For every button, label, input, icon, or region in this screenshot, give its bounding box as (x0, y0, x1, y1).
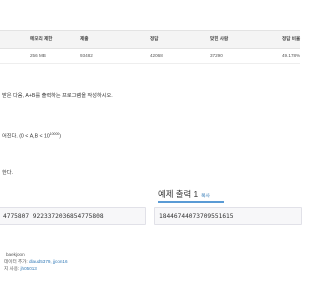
stats-header-row: 메모리 제한 제출 정답 맞힌 사람 정답 비율 (0, 30, 300, 49)
stats-value-row: 256 MB 93482 42068 37290 49.178% (0, 49, 300, 64)
header-accepted: 정답 (150, 36, 159, 41)
footer-data-added-label: 데이터 추가: (4, 259, 29, 264)
value-solved-users: 37290 (210, 53, 223, 58)
footer-source[interactable]: baekjoon (6, 252, 25, 258)
value-accepted: 42068 (150, 53, 163, 58)
input-description-text: 어진다. (0 < A,B < 10 (2, 133, 50, 140)
sample-output-box[interactable]: 18446744073709551615 (154, 207, 302, 225)
footer-usage-user[interactable]: jh05013 (21, 266, 37, 271)
sample-output-underline (158, 201, 224, 203)
footer-data-added-users[interactable]: dlaud5379, jjcon16 (29, 259, 68, 264)
header-accept-ratio: 정답 비율 (282, 36, 301, 41)
input-description: 어진다. (0 < A,B < 1010000) (2, 131, 61, 141)
value-submissions: 93482 (80, 53, 93, 58)
output-description: 한다. (2, 170, 13, 176)
copy-sample-output-link[interactable]: 복사 (201, 194, 210, 199)
sample-output-heading: 예제 출력 1 복사 (158, 188, 210, 200)
header-memory-limit: 메모리 제한 (30, 36, 53, 41)
value-accept-ratio: 49.178% (282, 53, 301, 58)
footer-usage-label: 지 사용: (4, 266, 21, 271)
header-submissions: 제출 (80, 36, 89, 41)
problem-description: 받은 다음, A+B를 출력하는 프로그램을 작성하시오. (2, 93, 113, 99)
value-memory-limit: 256 MB (30, 53, 46, 58)
input-description-close: ) (59, 133, 61, 140)
header-solved-users: 맞힌 사람 (210, 36, 229, 41)
sample-output-title: 예제 출력 1 (158, 189, 199, 199)
sample-input-box[interactable]: 4775807 9223372036854775808 (0, 207, 146, 225)
footer-data-added: 데이터 추가: dlaud5379, jjcon16 (4, 259, 68, 265)
footer-usage: 지 사용: jh05013 (4, 266, 37, 272)
input-exponent: 10000 (49, 132, 60, 136)
